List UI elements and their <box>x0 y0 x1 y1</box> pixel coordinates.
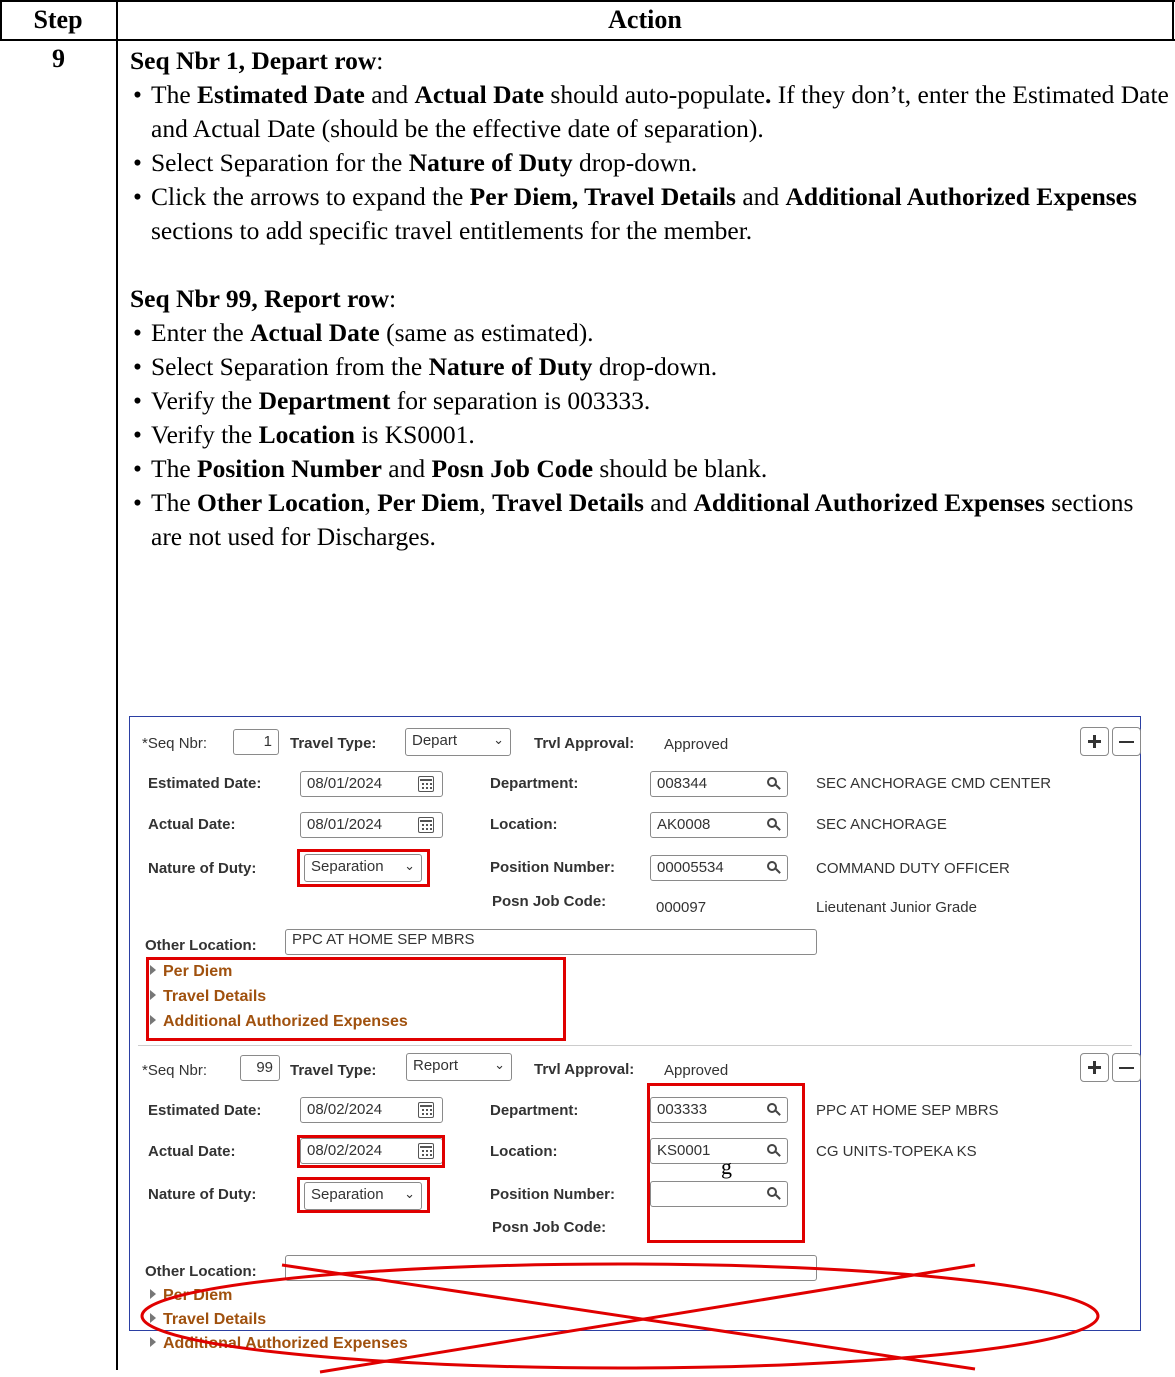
list-item: Click the arrows to expand the Per Diem,… <box>130 180 1170 248</box>
list-item: Select Separation for the Nature of Duty… <box>130 146 1170 180</box>
not-used-annotation <box>140 1262 1100 1374</box>
table-column-divider <box>116 0 118 1370</box>
list-item: The Position Number and Posn Job Code sh… <box>130 452 1170 486</box>
action-column-header: Action <box>608 5 682 34</box>
list-item: Enter the Actual Date (same as estimated… <box>130 316 1170 350</box>
table-top-border <box>0 0 1175 2</box>
not-used-cross-line <box>319 1263 976 1374</box>
table-header-bottom-border <box>0 39 1175 41</box>
depart-bullets: The Estimated Date and Actual Date shoul… <box>130 78 1170 248</box>
list-item: The Estimated Date and Actual Date shoul… <box>130 78 1170 146</box>
travel-form-screenshot: *Seq Nbr: 1 Travel Type: Depart ⌄ Trvl Ap… <box>129 716 1141 1374</box>
step-column-header: Step <box>33 5 83 34</box>
depart-heading: Seq Nbr 1, Depart row: <box>130 46 384 75</box>
list-item: The Other Location, Per Diem, Travel Det… <box>130 486 1170 554</box>
action-instructions: Seq Nbr 1, Depart row: The Estimated Dat… <box>130 44 1170 554</box>
list-item: Select Separation from the Nature of Dut… <box>130 350 1170 384</box>
list-item: Verify the Location is KS0001. <box>130 418 1170 452</box>
report-bullets: Enter the Actual Date (same as estimated… <box>130 316 1170 554</box>
table-right-border <box>1172 0 1174 41</box>
list-item: Verify the Department for separation is … <box>130 384 1170 418</box>
report-heading: Seq Nbr 99, Report row: <box>130 284 397 313</box>
step-number: 9 <box>52 44 65 73</box>
